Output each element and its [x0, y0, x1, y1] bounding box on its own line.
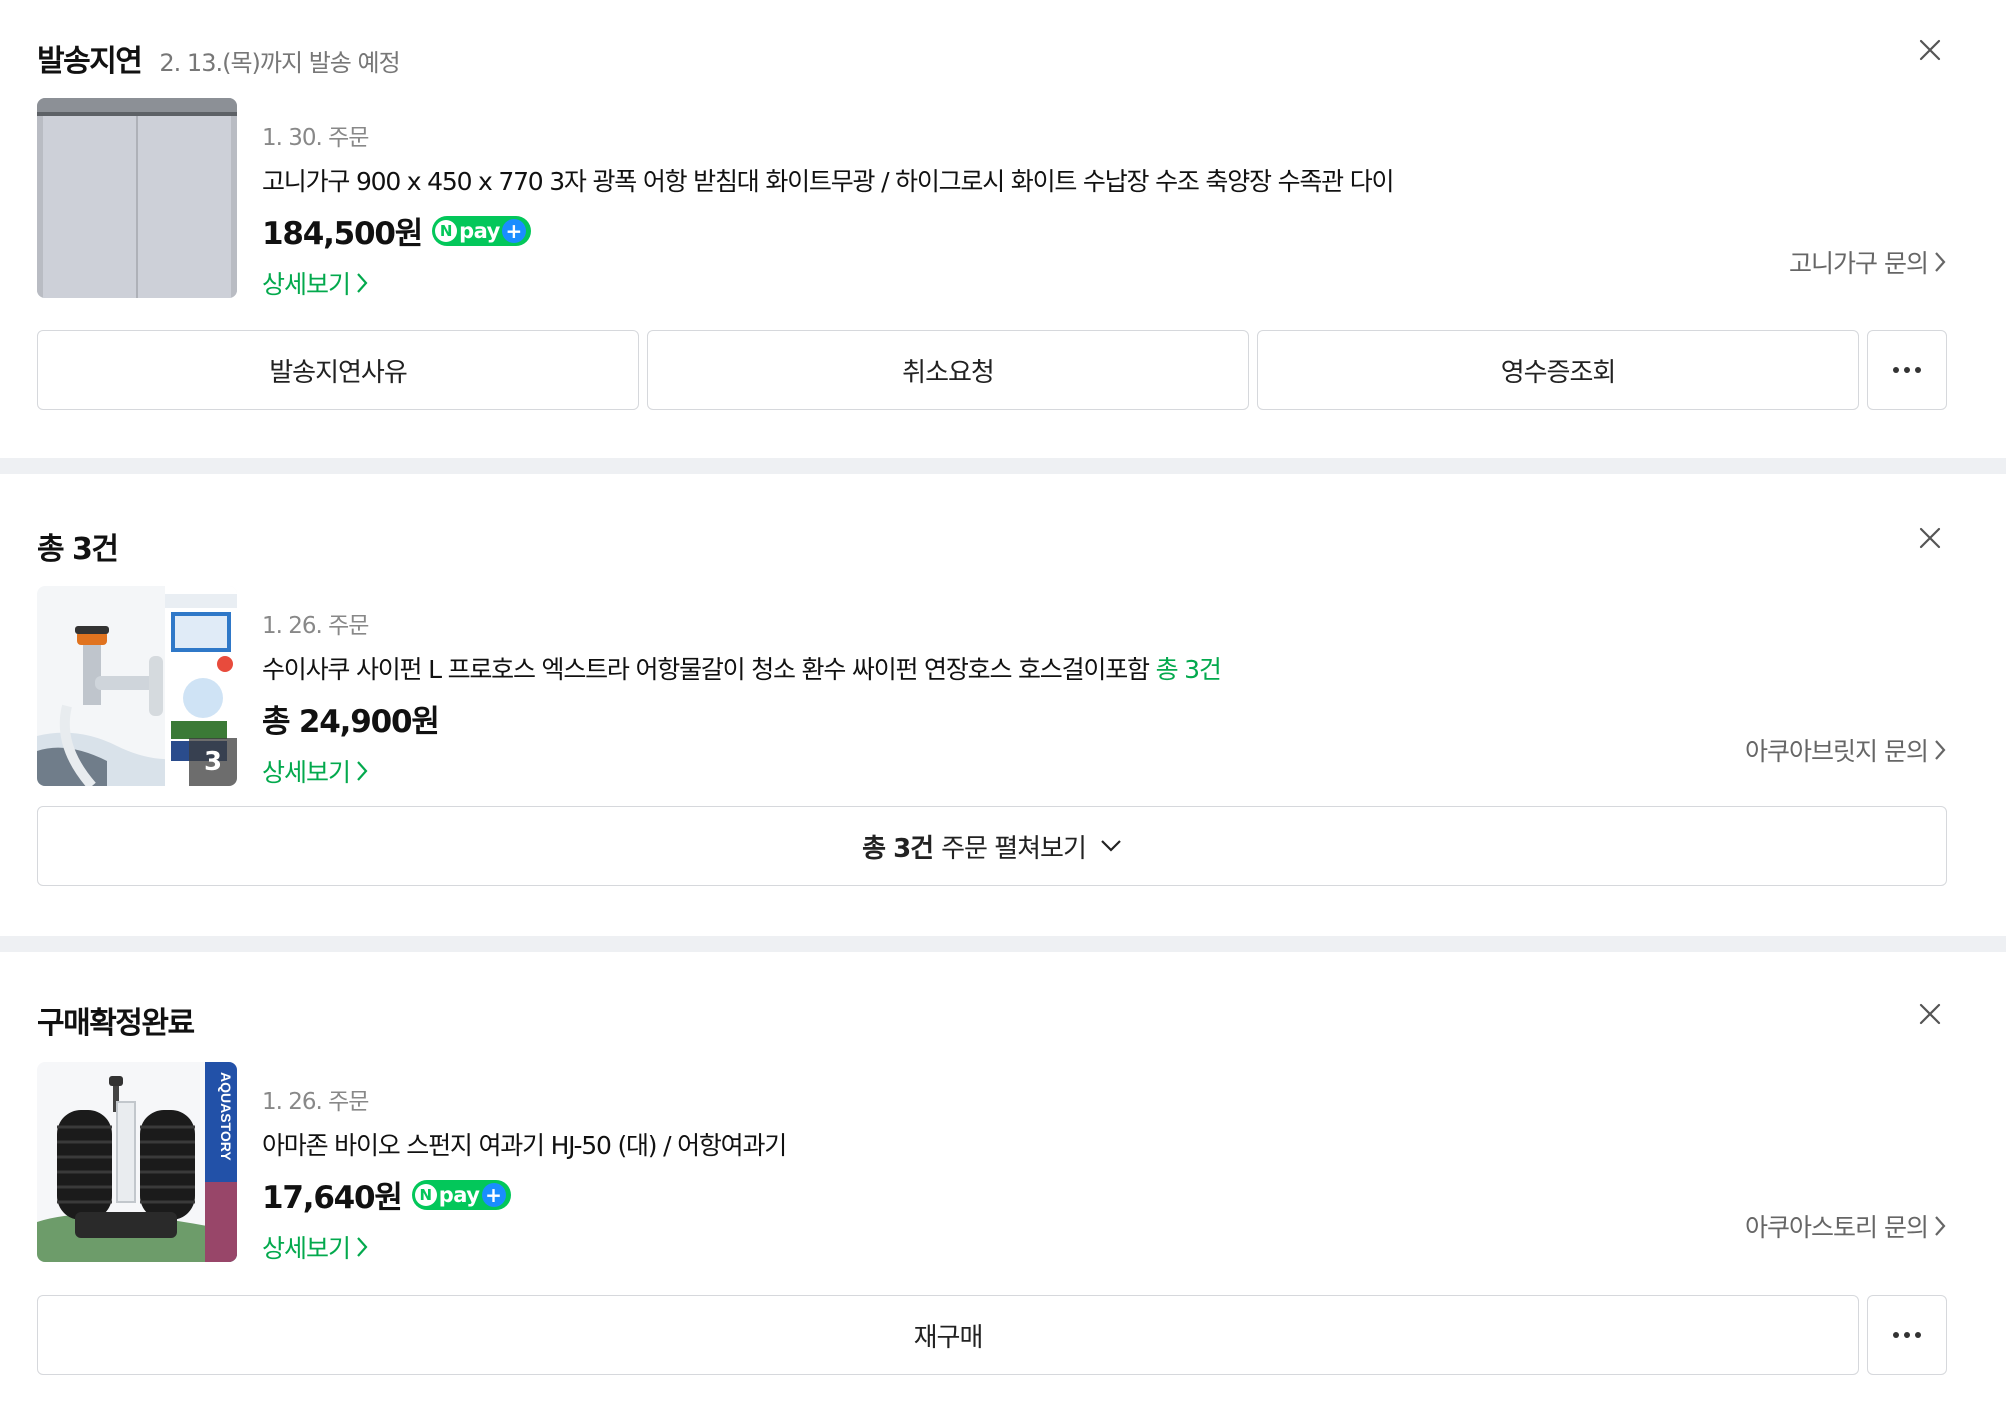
order-count-title: 총 3건: [37, 532, 119, 567]
product-thumbnail[interactable]: [37, 98, 237, 298]
seller-inquiry-link[interactable]: 아쿠아브릿지 문의: [1745, 732, 1946, 768]
more-dots-icon: [1893, 1332, 1921, 1338]
detail-view-label: 상세보기: [262, 758, 351, 787]
product-info: 1. 26. 주문 아마존 바이오 스펀지 여과기 HJ-50 (대) / 어항…: [262, 1082, 787, 1265]
product-thumbnail[interactable]: 3: [37, 586, 237, 786]
card-header: 발송지연 2. 13.(목)까지 발송 예정: [37, 36, 401, 80]
item-count-badge: 3: [189, 738, 237, 786]
price-row: 184,500원 N pay +: [262, 208, 1393, 253]
total-price: 총 24,900원: [262, 704, 440, 740]
chevron-right-icon: [357, 1237, 368, 1257]
detail-view-label: 상세보기: [262, 270, 351, 299]
detail-view-link[interactable]: 상세보기: [262, 1229, 368, 1265]
order-date: 1. 26. 주문: [262, 613, 369, 639]
chevron-right-icon: [1935, 740, 1946, 760]
more-options-button[interactable]: [1867, 1295, 1947, 1375]
naver-n-icon: N: [414, 1183, 437, 1206]
section-separator: [0, 458, 2006, 474]
order-date: 1. 26. 주문: [262, 1089, 369, 1115]
product-count: 총 3건: [1155, 655, 1222, 684]
product-name[interactable]: 고니가구 900 x 450 x 770 3자 광폭 어항 받침대 화이트무광 …: [262, 162, 1395, 198]
product-price: 184,500원: [262, 216, 423, 252]
detail-view-link[interactable]: 상세보기: [262, 265, 368, 301]
product-info: 1. 30. 주문 고니가구 900 x 450 x 770 3자 광폭 어항 …: [262, 118, 1395, 301]
npay-badge-label: pay: [459, 218, 500, 243]
chevron-right-icon: [357, 761, 368, 781]
card-header: 총 3건: [37, 524, 119, 568]
order-card-confirmed: 구매확정완료 AQUASTORY 1. 26. 주문 아마존 바이오 스펀지 여…: [0, 952, 2006, 1408]
product-name-row[interactable]: 수이사쿠 사이펀 L 프로호스 엑스트라 어항물갈이 청소 환수 싸이펀 연장호…: [262, 650, 1222, 686]
close-icon[interactable]: [1917, 525, 1943, 551]
detail-view-link[interactable]: 상세보기: [262, 753, 368, 789]
plus-icon: +: [481, 1182, 506, 1207]
product-info: 1. 26. 주문 수이사쿠 사이펀 L 프로호스 엑스트라 어항물갈이 청소 …: [262, 606, 1222, 789]
repurchase-button[interactable]: 재구매: [37, 1295, 1859, 1375]
order-date: 1. 30. 주문: [262, 125, 369, 151]
expand-text: 주문 펼쳐보기: [941, 833, 1087, 864]
chevron-right-icon: [357, 273, 368, 293]
expand-orders-button[interactable]: 총 3건 주문 펼쳐보기: [37, 806, 1947, 886]
expand-count: 총 3건: [862, 833, 934, 864]
order-card-delayed: 발송지연 2. 13.(목)까지 발송 예정 1. 30. 주문 고니가구 90…: [0, 0, 2006, 458]
product-name: 수이사쿠 사이펀 L 프로호스 엑스트라 어항물갈이 청소 환수 싸이펀 연장호…: [262, 655, 1150, 684]
close-icon[interactable]: [1917, 37, 1943, 63]
order-status-title: 구매확정완료: [37, 1006, 195, 1041]
chevron-right-icon: [1935, 1216, 1946, 1236]
section-separator: [0, 936, 2006, 952]
product-thumbnail[interactable]: AQUASTORY: [37, 1062, 237, 1262]
price-row: 총 24,900원: [262, 696, 1221, 741]
shipping-eta-note: 2. 13.(목)까지 발송 예정: [159, 49, 400, 77]
close-icon[interactable]: [1917, 1001, 1943, 1027]
product-name[interactable]: 아마존 바이오 스펀지 여과기 HJ-50 (대) / 어항여과기: [262, 1126, 787, 1162]
npay-badge-label: pay: [438, 1182, 480, 1207]
order-status-title: 발송지연: [37, 44, 143, 79]
brand-logo-text: AQUASTORY: [218, 1072, 234, 1161]
seller-inquiry-link[interactable]: 고니가구 문의: [1789, 244, 1946, 280]
price-row: 17,640원 N pay +: [262, 1172, 786, 1217]
card-header: 구매확정완료: [37, 998, 195, 1042]
chevron-right-icon: [1935, 252, 1946, 272]
more-options-button[interactable]: [1867, 330, 1947, 410]
npay-plus-badge: N pay +: [411, 1179, 511, 1210]
seller-inquiry-label: 아쿠아스토리 문의: [1745, 1213, 1929, 1242]
order-card-bundle: 총 3건 3 1. 26. 주문 수이사쿠 사이펀 L 프로호스 엑스트라 어항…: [0, 474, 2006, 936]
receipt-view-button[interactable]: 영수증조회: [1257, 330, 1859, 410]
detail-view-label: 상세보기: [262, 1234, 351, 1263]
chevron-down-icon: [1101, 840, 1121, 852]
npay-plus-badge: N pay +: [432, 215, 531, 246]
more-dots-icon: [1893, 367, 1921, 373]
seller-inquiry-label: 아쿠아브릿지 문의: [1745, 737, 1929, 766]
product-price: 17,640원: [262, 1180, 403, 1216]
seller-inquiry-link[interactable]: 아쿠아스토리 문의: [1745, 1208, 1946, 1244]
expand-orders-label: 총 3건 주문 펼쳐보기: [862, 828, 1122, 865]
cancel-request-button[interactable]: 취소요청: [647, 330, 1249, 410]
plus-icon: +: [501, 218, 526, 243]
naver-n-icon: N: [435, 219, 458, 242]
seller-inquiry-label: 고니가구 문의: [1789, 249, 1929, 278]
delay-reason-button[interactable]: 발송지연사유: [37, 330, 639, 410]
